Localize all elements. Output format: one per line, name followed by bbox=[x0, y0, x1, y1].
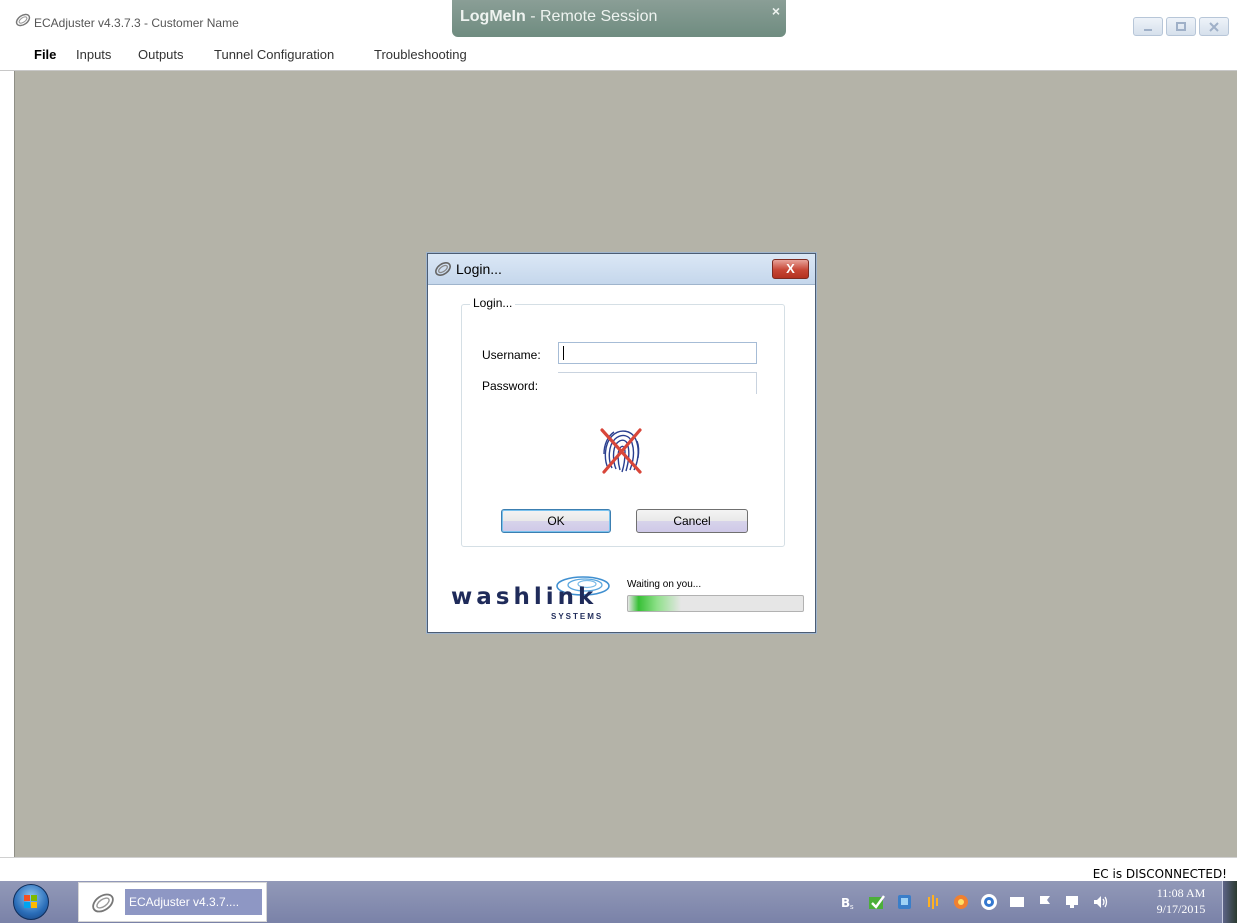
dialog-title: Login... bbox=[456, 261, 502, 277]
menu-outputs[interactable]: Outputs bbox=[138, 47, 184, 62]
login-dialog: Login... X Login... Username: Password: … bbox=[427, 253, 816, 633]
taskbar: ECAdjuster v4.3.7.... Bs 11:08 AM 9/17/2… bbox=[0, 881, 1237, 923]
clock-time: 11:08 AM bbox=[1156, 886, 1206, 900]
monitor-icon[interactable] bbox=[1064, 893, 1082, 911]
minimize-icon[interactable] bbox=[1133, 17, 1163, 36]
flag-icon[interactable] bbox=[1036, 893, 1054, 911]
login-status-text: Waiting on you... bbox=[627, 579, 702, 590]
taskbar-paperclip-icon bbox=[92, 893, 114, 913]
shield-icon[interactable] bbox=[952, 893, 970, 911]
volume-icon[interactable] bbox=[1092, 893, 1110, 911]
svg-text:s: s bbox=[850, 904, 854, 911]
progress-fill bbox=[628, 596, 681, 611]
taskbar-app-button[interactable]: ECAdjuster v4.3.7.... bbox=[78, 882, 267, 922]
system-tray: Bs bbox=[840, 892, 1110, 912]
text-caret bbox=[563, 346, 564, 360]
clock-date: 9/17/2015 bbox=[1156, 902, 1206, 916]
app-paperclip-icon bbox=[15, 13, 31, 27]
show-desktop-button[interactable] bbox=[1222, 881, 1237, 923]
logmein-brand: LogMeIn bbox=[460, 8, 526, 25]
login-groupbox: Login... Username: Password: OK Cancel bbox=[461, 296, 785, 547]
green-check-icon[interactable] bbox=[868, 893, 886, 911]
svg-text:B: B bbox=[841, 896, 850, 910]
group-label: Login... bbox=[470, 296, 516, 310]
menu-troubleshooting[interactable]: Troubleshooting bbox=[374, 47, 467, 62]
menu-tunnel-configuration[interactable]: Tunnel Configuration bbox=[214, 47, 334, 62]
menu-file[interactable]: File bbox=[34, 47, 56, 62]
windows-start-icon[interactable] bbox=[13, 884, 49, 920]
network-icon[interactable] bbox=[896, 893, 914, 911]
window-title: ECAdjuster v4.3.7.3 - Customer Name bbox=[34, 16, 239, 30]
dialog-title-bar[interactable]: Login... X bbox=[428, 254, 815, 285]
fingerprint-disabled-icon bbox=[600, 428, 642, 474]
washlink-logo: washlink SYSTEMS bbox=[445, 572, 620, 626]
logmein-label: Remote Session bbox=[539, 8, 658, 25]
system-clock[interactable]: 11:08 AM 9/17/2015 bbox=[1146, 885, 1216, 917]
dialog-paperclip-icon bbox=[435, 262, 451, 276]
battery-icon[interactable] bbox=[1008, 893, 1026, 911]
browser-icon[interactable] bbox=[980, 893, 998, 911]
login-progress-bar bbox=[627, 595, 804, 612]
password-label: Password: bbox=[482, 379, 539, 393]
menu-inputs[interactable]: Inputs bbox=[76, 47, 111, 62]
close-icon[interactable] bbox=[1199, 17, 1229, 36]
connection-status: EC is DISCONNECTED! bbox=[1092, 867, 1227, 881]
password-input[interactable] bbox=[558, 372, 757, 394]
taskbar-app-label: ECAdjuster v4.3.7.... bbox=[125, 889, 262, 915]
logmein-close-icon[interactable]: × bbox=[772, 3, 780, 19]
washlink-brand-word: washlink bbox=[451, 584, 598, 610]
maximize-icon[interactable] bbox=[1166, 17, 1196, 36]
username-label: Username: bbox=[482, 348, 541, 362]
menu-bar: File Inputs Outputs Tunnel Configuration… bbox=[0, 38, 1237, 71]
logmein-title: LogMeIn - Remote Session bbox=[460, 8, 657, 26]
status-bar: EC is DISCONNECTED! bbox=[0, 857, 1237, 884]
logmein-session-banner[interactable]: LogMeIn - Remote Session × bbox=[452, 0, 786, 37]
ok-button[interactable]: OK bbox=[501, 509, 611, 533]
logmein-separator: - bbox=[525, 8, 540, 25]
title-bar: ECAdjuster v4.3.7.3 - Customer Name LogM… bbox=[0, 0, 1237, 38]
bluetooth-icon[interactable]: Bs bbox=[840, 893, 858, 911]
window-controls bbox=[1133, 17, 1229, 36]
washlink-brand-sub: SYSTEMS bbox=[551, 612, 604, 621]
cancel-button[interactable]: Cancel bbox=[636, 509, 748, 533]
username-input[interactable] bbox=[558, 342, 757, 364]
audio-icon[interactable] bbox=[924, 893, 942, 911]
dialog-close-icon[interactable]: X bbox=[772, 259, 809, 279]
